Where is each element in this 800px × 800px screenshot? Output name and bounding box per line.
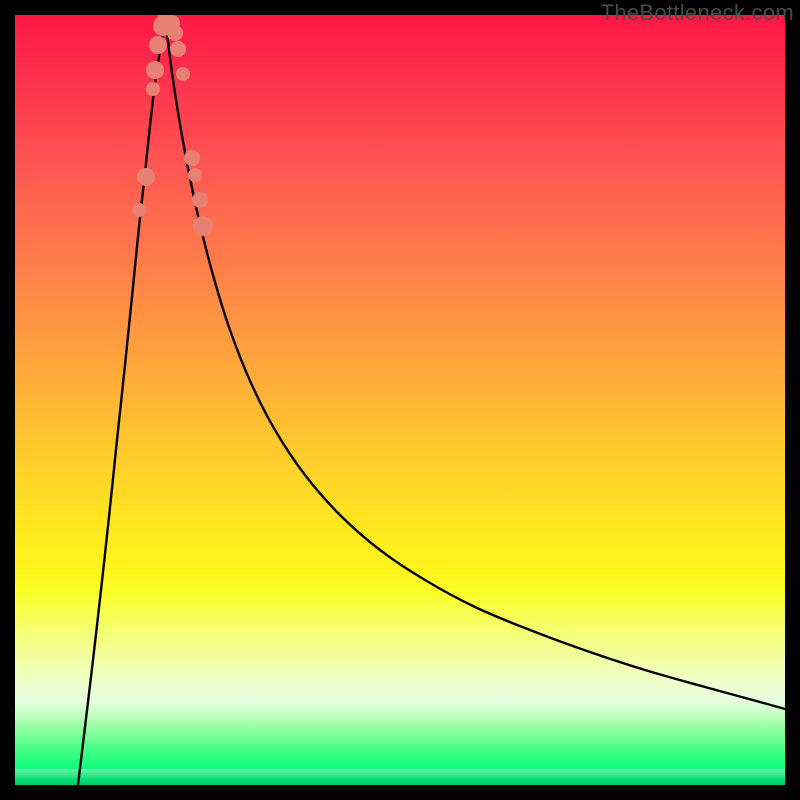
data-point xyxy=(146,82,160,96)
curve-group xyxy=(78,15,785,785)
data-point xyxy=(188,168,202,182)
plot-area xyxy=(15,15,785,785)
data-point xyxy=(149,36,167,54)
data-point xyxy=(193,216,213,236)
data-point xyxy=(184,150,200,166)
data-point xyxy=(192,192,208,208)
data-point xyxy=(167,25,183,41)
data-points xyxy=(132,15,213,236)
data-point xyxy=(176,67,190,81)
data-point xyxy=(137,168,155,186)
data-point xyxy=(170,41,186,57)
data-point xyxy=(146,61,164,79)
data-point xyxy=(132,203,146,217)
attribution-label: TheBottleneck.com xyxy=(601,0,794,26)
curve-right xyxy=(165,15,785,709)
chart-svg xyxy=(15,15,785,785)
chart-container: TheBottleneck.com xyxy=(0,0,800,800)
curve-left xyxy=(78,15,165,785)
